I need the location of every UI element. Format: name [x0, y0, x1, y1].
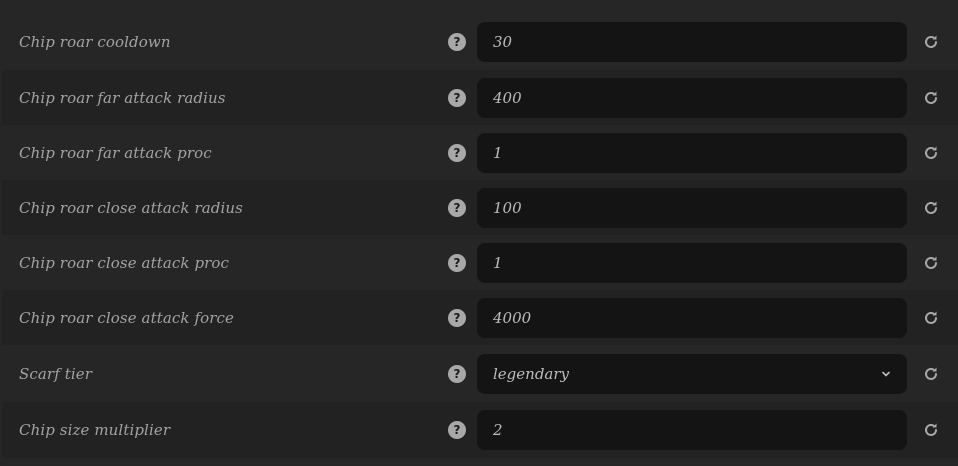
setting-row-chip-roar-close-attack-radius: Chip roar close attack radius ? 100: [2, 180, 958, 235]
setting-row-chip-roar-far-attack-radius: Chip roar far attack radius ? 400: [2, 70, 958, 125]
reset-icon[interactable]: [922, 199, 940, 217]
setting-label: Chip size multiplier: [19, 421, 171, 439]
chip-size-multiplier-input[interactable]: 2: [477, 410, 907, 450]
settings-panel: Chip roar cooldown ? 30 Chip roar far at…: [0, 0, 958, 466]
reset-icon[interactable]: [922, 144, 940, 162]
help-icon[interactable]: ?: [448, 253, 466, 272]
setting-label: Chip roar close attack radius: [19, 198, 243, 217]
reset-icon[interactable]: [922, 33, 940, 51]
field-value: 30: [493, 33, 513, 51]
help-icon[interactable]: ?: [448, 308, 466, 327]
chip-roar-far-attack-radius-input[interactable]: 400: [477, 77, 907, 118]
field-value: 2: [493, 421, 503, 439]
setting-label: Chip roar cooldown: [19, 33, 171, 51]
field-value: 4000: [493, 308, 532, 327]
help-icon[interactable]: ?: [448, 421, 466, 439]
reset-icon[interactable]: [922, 254, 940, 272]
chip-roar-close-attack-proc-input[interactable]: 1: [477, 242, 907, 283]
setting-label: Chip roar close attack proc: [19, 253, 230, 272]
setting-label: Chip roar close attack force: [19, 308, 234, 327]
chevron-down-icon: [882, 371, 890, 376]
setting-label: Chip roar far attack proc: [19, 143, 212, 162]
help-icon[interactable]: ?: [448, 143, 466, 162]
field-value: 1: [493, 253, 503, 272]
chip-roar-cooldown-input[interactable]: 30: [477, 22, 907, 62]
help-icon[interactable]: ?: [448, 198, 466, 217]
setting-row-scarf-tier: Scarf tier ? legendary: [2, 345, 958, 402]
setting-label: Scarf tier: [19, 364, 92, 383]
setting-row-chip-size-multiplier: Chip size multiplier ? 2: [2, 402, 958, 458]
setting-label: Chip roar far attack radius: [19, 88, 226, 107]
help-icon[interactable]: ?: [448, 364, 466, 383]
chip-roar-close-attack-force-input[interactable]: 4000: [477, 297, 907, 338]
field-value: 100: [493, 198, 522, 217]
reset-icon[interactable]: [922, 89, 940, 107]
reset-icon[interactable]: [922, 309, 940, 327]
setting-row-chip-roar-far-attack-proc: Chip roar far attack proc ? 1: [2, 125, 958, 180]
help-icon[interactable]: ?: [448, 88, 466, 107]
reset-icon[interactable]: [922, 365, 940, 383]
setting-row-chip-roar-close-attack-force: Chip roar close attack force ? 4000: [2, 290, 958, 345]
chip-roar-close-attack-radius-input[interactable]: 100: [477, 187, 907, 228]
scarf-tier-select[interactable]: legendary: [477, 353, 907, 394]
reset-icon[interactable]: [922, 421, 940, 439]
select-value: legendary: [493, 364, 570, 383]
field-value: 400: [493, 88, 522, 107]
setting-row-chip-roar-cooldown: Chip roar cooldown ? 30: [2, 15, 958, 69]
setting-row-chip-roar-close-attack-proc: Chip roar close attack proc ? 1: [2, 235, 958, 290]
chip-roar-far-attack-proc-input[interactable]: 1: [477, 132, 907, 173]
field-value: 1: [493, 143, 503, 162]
help-icon[interactable]: ?: [448, 33, 466, 51]
